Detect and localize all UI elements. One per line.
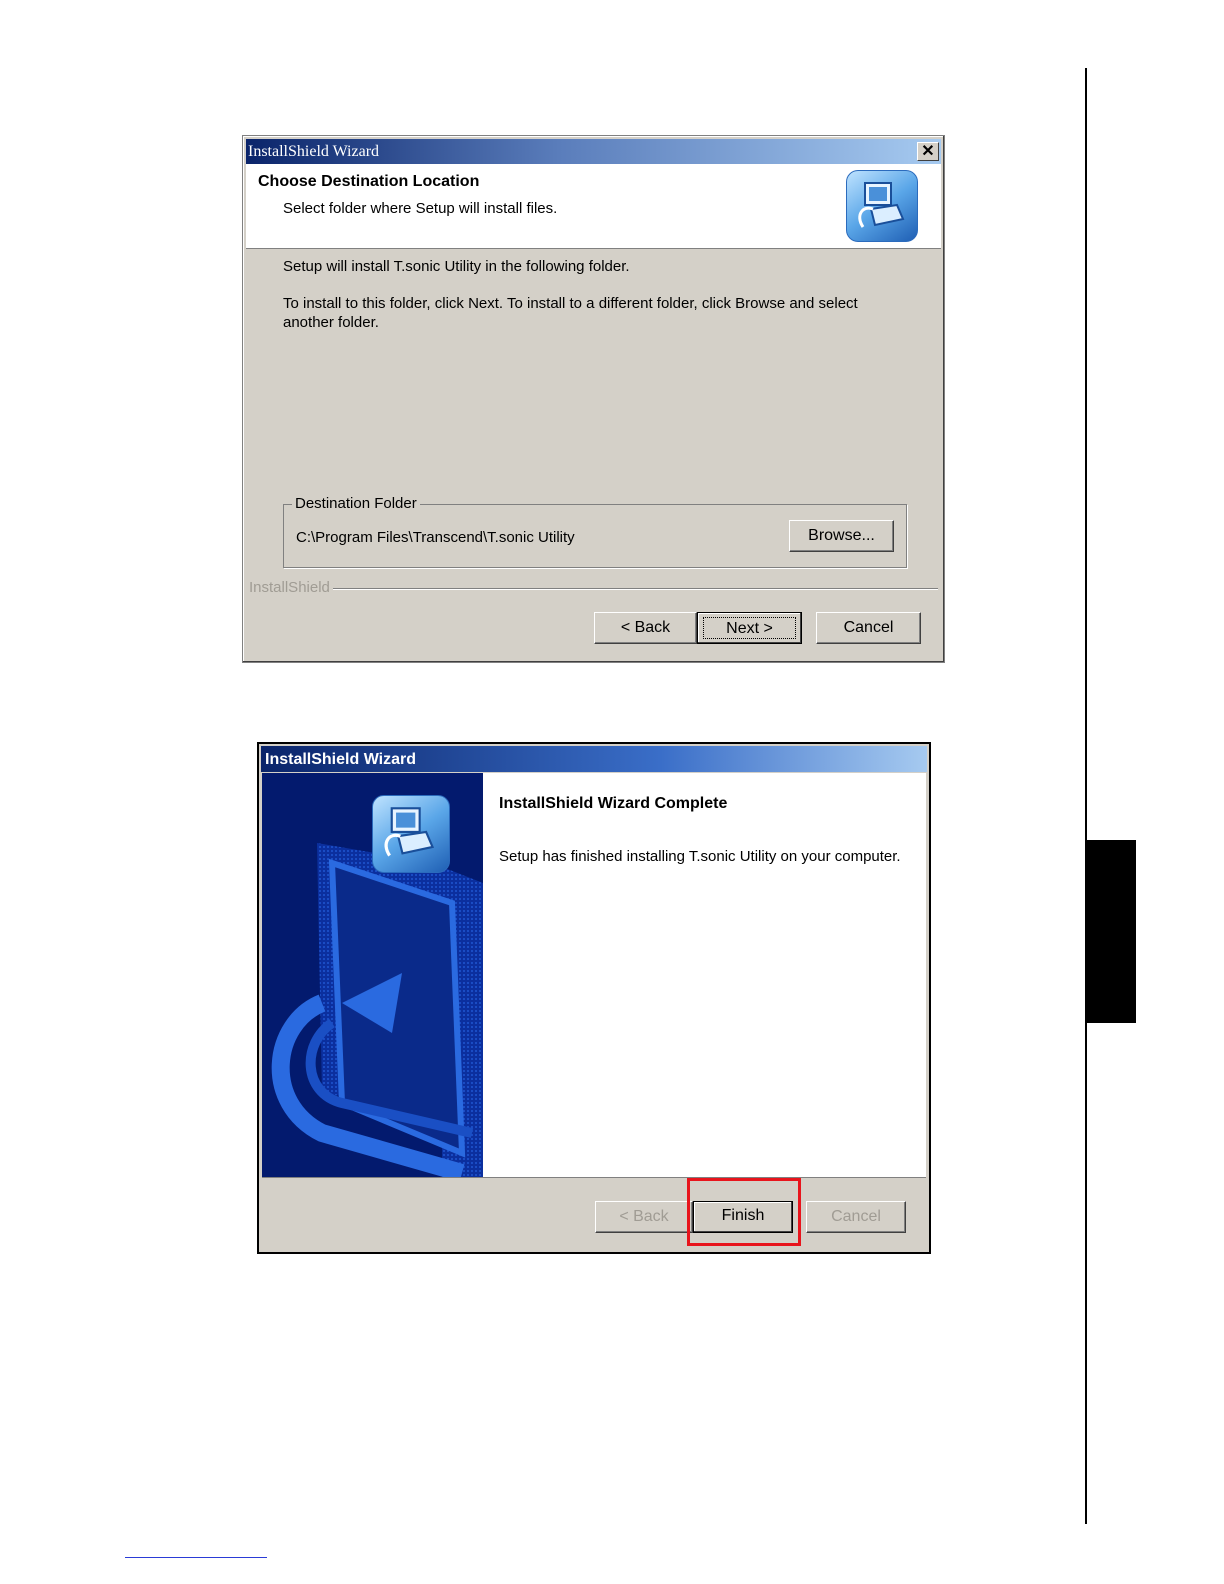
cancel-button-disabled: Cancel — [806, 1201, 906, 1233]
complete-dialog: InstallShield Wizard InstallShield Wizar… — [257, 742, 931, 1254]
page-subtitle: Select folder where Setup will install f… — [283, 200, 558, 217]
page-side-tab — [1087, 840, 1136, 1023]
destination-folder-group: Destination Folder C:\Program Files\Tran… — [283, 495, 907, 568]
next-button[interactable]: Next > — [697, 612, 802, 644]
window-title: InstallShield Wizard — [248, 143, 380, 160]
window-title: InstallShield Wizard — [265, 751, 416, 768]
group-label: Destination Folder — [292, 495, 420, 512]
page-side-rule — [1085, 68, 1087, 1524]
setup-computer-icon — [372, 795, 450, 873]
divider — [333, 588, 938, 590]
page-title: Choose Destination Location — [258, 173, 480, 190]
next-button-label: Next > — [703, 617, 796, 639]
close-icon[interactable]: ✕ — [917, 142, 939, 161]
destination-path: C:\Program Files\Transcend\T.sonic Utili… — [296, 529, 575, 546]
info-text: Setup will install T.sonic Utility in th… — [283, 258, 630, 275]
setup-computer-icon — [846, 170, 918, 242]
page-title: InstallShield Wizard Complete — [499, 795, 728, 812]
back-button[interactable]: < Back — [594, 612, 697, 644]
instruction-text: To install to this folder, click Next. T… — [283, 295, 858, 331]
dialog-header: Choose Destination Location Select folde… — [246, 164, 941, 249]
title-bar[interactable]: InstallShield Wizard — [261, 746, 927, 772]
cancel-button[interactable]: Cancel — [816, 612, 921, 644]
footer-rule — [125, 1557, 267, 1558]
title-bar[interactable]: InstallShield Wizard ✕ — [246, 139, 941, 164]
dialog-content: InstallShield Wizard Complete Setup has … — [262, 773, 926, 1178]
installshield-brand: InstallShield — [249, 579, 330, 596]
back-button-disabled: < Back — [595, 1201, 693, 1233]
destination-dialog: InstallShield Wizard ✕ Choose Destinatio… — [242, 135, 945, 663]
wizard-side-panel — [262, 773, 483, 1177]
finish-highlight-box — [687, 1178, 801, 1246]
completion-text: Setup has finished installing T.sonic Ut… — [499, 848, 901, 865]
browse-button[interactable]: Browse... — [789, 520, 894, 552]
